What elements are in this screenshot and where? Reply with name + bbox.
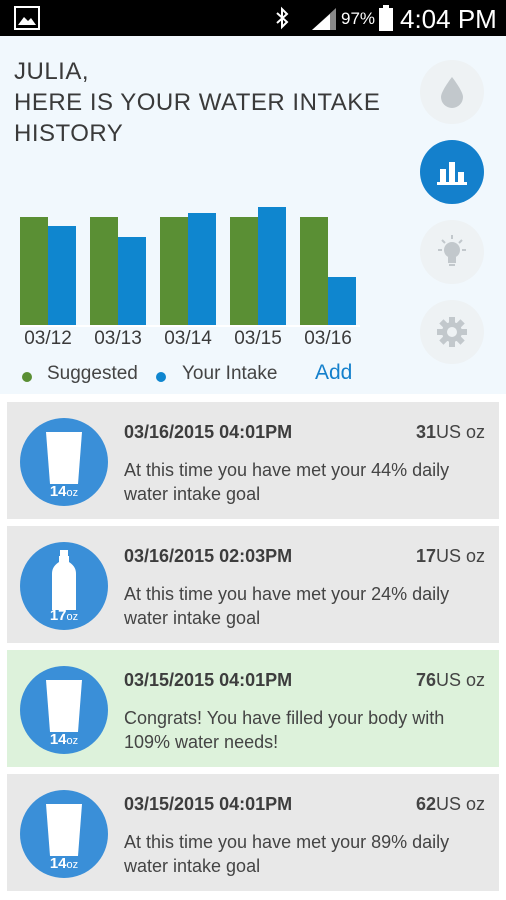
- suggested-bar: [160, 216, 188, 325]
- entry-total: 31US oz: [416, 422, 485, 443]
- drink-size: 14oz: [20, 483, 108, 500]
- entry-total-unit: US oz: [435, 422, 485, 442]
- suggested-bar: [300, 216, 328, 325]
- entry-total-unit: US oz: [435, 670, 485, 690]
- drink-size: 14oz: [20, 731, 108, 748]
- intake-bar: [48, 225, 76, 325]
- drink-size-value: 14: [49, 483, 67, 500]
- x-tick-label: 03/16: [304, 328, 352, 349]
- drink-size-value: 14: [49, 731, 67, 748]
- intake-bar: [118, 236, 146, 325]
- legend-suggested-dot: [22, 372, 32, 382]
- legend-suggested: Suggested: [20, 363, 138, 385]
- entry-total: 76US oz: [416, 670, 485, 691]
- x-tick-label: 03/14: [164, 328, 212, 349]
- entry-total-unit: US oz: [435, 546, 485, 566]
- intake-chart: 03/12 03/13 03/14 03/15 03/16 Suggested Your…: [0, 36, 506, 394]
- drink-size-value: 14: [49, 855, 67, 872]
- entry-timestamp: 03/16/2015 02:03PM: [124, 546, 293, 566]
- suggested-bar: [20, 216, 48, 325]
- legend-intake-dot: [156, 372, 166, 382]
- battery-icon: [379, 5, 393, 31]
- history-entry[interactable]: 17oz 03/16/2015 02:03PM 17US oz At this tim…: [7, 526, 499, 643]
- drink-size-unit: oz: [66, 859, 79, 871]
- intake-bar: [328, 276, 356, 325]
- suggested-bar: [230, 216, 258, 325]
- add-intake-link[interactable]: Add: [315, 361, 352, 385]
- legend-suggested-label: Suggested: [47, 363, 138, 384]
- battery-percentage: 97%: [341, 9, 376, 28]
- intake-bar: [258, 207, 286, 325]
- drink-size: 14oz: [20, 855, 108, 872]
- entry-timestamp: 03/15/2015 04:01PM: [124, 794, 293, 814]
- entry-total: 17US oz: [416, 546, 485, 567]
- drink-size-value: 17: [49, 607, 67, 624]
- legend-intake: Your Intake: [156, 363, 277, 385]
- entry-message: At this time you have met your 89% daily…: [124, 832, 450, 876]
- legend-intake-label: Your Intake: [182, 363, 278, 384]
- drink-avatar: 17oz: [20, 542, 108, 630]
- entry-timestamp: 03/15/2015 04:01PM: [124, 670, 293, 690]
- chart-baseline: [20, 325, 360, 327]
- gallery-notification-icon: [14, 6, 40, 30]
- entry-total-value: 31: [415, 422, 436, 442]
- suggested-bar: [90, 216, 118, 325]
- entry-timestamp: 03/16/2015 04:01PM: [124, 422, 293, 442]
- drink-avatar: 14oz: [20, 418, 108, 506]
- history-entry[interactable]: 14oz 03/16/2015 04:01PM 31US oz At this tim…: [7, 402, 499, 519]
- signal-strength-icon: [312, 8, 336, 30]
- bluetooth-icon: [276, 6, 289, 30]
- drink-avatar: 14oz: [20, 790, 108, 878]
- entry-message: At this time you have met your 24% daily…: [124, 584, 450, 628]
- entry-total-unit: US oz: [435, 794, 485, 814]
- drink-size-unit: oz: [66, 611, 79, 623]
- drink-size: 17oz: [20, 607, 108, 624]
- entry-total-value: 17: [415, 546, 436, 566]
- intake-bar: [188, 213, 216, 325]
- entry-total-value: 76: [415, 670, 436, 690]
- drink-avatar: 14oz: [20, 666, 108, 754]
- entry-total-value: 62: [415, 794, 436, 814]
- history-entry[interactable]: 14oz 03/15/2015 04:01PM 76US oz Congrats! Y…: [7, 650, 499, 767]
- status-bar: 97% 4:04 PM: [0, 0, 506, 36]
- x-tick-label: 03/15: [234, 328, 282, 349]
- x-tick-label: 03/12: [24, 328, 72, 349]
- drink-size-unit: oz: [66, 735, 79, 747]
- entry-total: 62US oz: [416, 794, 485, 815]
- entry-message: Congrats! You have filled your body with…: [124, 708, 445, 752]
- entry-message: At this time you have met your 44% daily…: [124, 460, 450, 504]
- history-entry[interactable]: 14oz 03/15/2015 04:01PM 62US oz At this tim…: [7, 774, 499, 891]
- x-tick-label: 03/13: [94, 328, 142, 349]
- status-time: 4:04 PM: [400, 4, 497, 34]
- drink-size-unit: oz: [66, 487, 79, 499]
